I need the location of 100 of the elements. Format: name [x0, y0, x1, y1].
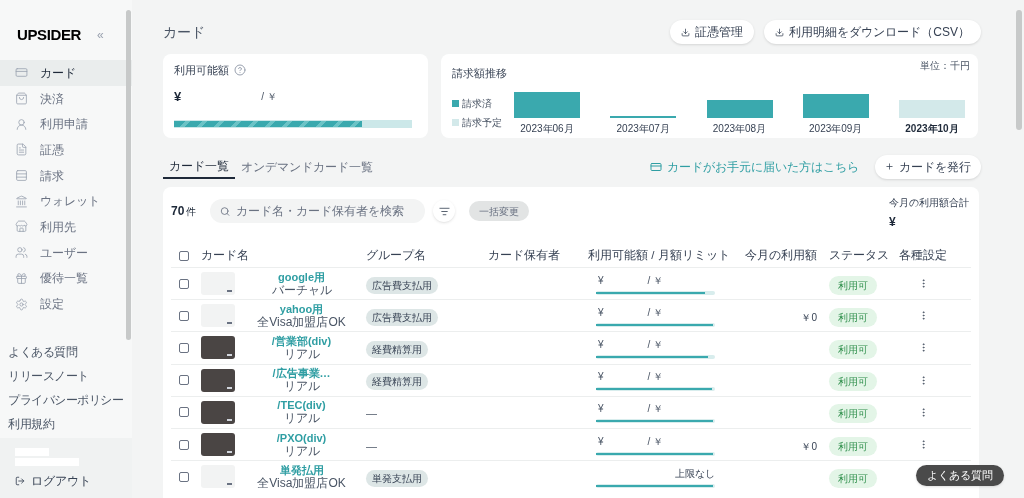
card-thumbnail	[201, 336, 235, 360]
issue-card-button[interactable]: カードを発行	[875, 154, 981, 179]
sidebar-item[interactable]: 利用申請	[0, 111, 132, 138]
card-name-link[interactable]: google用	[277, 270, 326, 284]
usage-amount: ￥0	[801, 440, 817, 452]
row-checkbox[interactable]	[179, 310, 189, 321]
sidebar-item[interactable]: 優待一覧	[0, 265, 132, 292]
billing-unit: 単位：千円	[920, 59, 970, 73]
limit-currency: ¥	[598, 337, 604, 352]
sidebar-link[interactable]: プライバシーポリシー	[8, 392, 132, 408]
billing-bar	[802, 94, 869, 118]
billing-bar	[706, 100, 773, 118]
limit-separator: / ￥	[647, 337, 664, 352]
column-header: グループ名	[366, 248, 427, 264]
card-type: 全Visa加盟店OK	[257, 315, 346, 329]
month-label: 2023年09月	[809, 122, 863, 136]
available-title: 利用可能額	[174, 63, 229, 78]
card-type: リアル	[283, 412, 320, 426]
logo: UPSIDER	[17, 24, 82, 45]
status-badge: 利用可	[829, 404, 877, 424]
limit-currency: ¥	[598, 305, 604, 320]
group-tag: 広告費支払用	[366, 276, 438, 294]
card-thumbnail	[201, 304, 235, 328]
tab[interactable]: オンデマンドカード一覧	[235, 154, 379, 179]
sidebar-item[interactable]: 設定	[0, 291, 132, 317]
column-header: ステータス	[829, 248, 890, 264]
header-button[interactable]: 利用明細をダウンロード（CSV）	[764, 20, 981, 44]
sidebar-item[interactable]: ユーザー	[0, 239, 132, 266]
card-icon	[15, 66, 28, 80]
month-label: 2023年07月	[616, 122, 670, 136]
column-header: 今月の利用額	[744, 248, 818, 264]
card-count: 70 件	[171, 203, 197, 220]
sidebar-item[interactable]: 証憑	[0, 137, 132, 163]
column-header: カード保有者	[488, 248, 561, 264]
header-button[interactable]: 証憑管理	[670, 20, 755, 44]
column-header: 利用可能額 / 月額リミット	[588, 248, 731, 264]
download-icon	[681, 27, 691, 37]
card-type: バーチャル	[271, 283, 332, 297]
sidebar-item[interactable]: ウォレット	[0, 188, 132, 215]
row-checkbox[interactable]	[179, 375, 189, 386]
usage-amount: ￥0	[801, 311, 817, 323]
status-badge: 利用可	[829, 339, 877, 359]
limit-separator: / ￥	[647, 305, 664, 320]
limit-separator: / ￥	[261, 89, 277, 104]
logout-button[interactable]: ログアウト	[15, 471, 91, 490]
card-name-link[interactable]: /営業部(div)	[271, 334, 332, 348]
billing-title: 請求額推移	[452, 67, 507, 79]
row-checkbox[interactable]	[179, 342, 189, 353]
sidebar-item[interactable]: 決済	[0, 85, 132, 112]
status-badge: 利用可	[829, 307, 877, 327]
billing-bar	[899, 100, 965, 118]
row-checkbox[interactable]	[179, 471, 189, 482]
month-label: 2023年10月	[905, 122, 959, 136]
card-name-link[interactable]: /TEC(div)	[277, 399, 326, 413]
card-type: 全Visa加盟店OK	[257, 476, 346, 490]
tab[interactable]: カード一覧	[163, 154, 235, 179]
billing-bar	[514, 92, 580, 118]
sidebar-link[interactable]: 利用規約	[8, 416, 132, 432]
bag-icon	[15, 92, 28, 106]
sidebar-item[interactable]: 利用先	[0, 214, 132, 240]
row-checkbox[interactable]	[179, 278, 189, 289]
sidebar-item[interactable]: 請求	[0, 162, 132, 189]
download-icon	[775, 27, 785, 37]
card-thumbnail	[201, 433, 235, 457]
row-checkbox[interactable]	[179, 407, 189, 418]
plus-icon	[885, 162, 894, 171]
settings-icon	[15, 297, 28, 311]
collapse-button[interactable]: «	[97, 26, 104, 44]
logout-icon	[15, 475, 25, 486]
card-thumbnail	[201, 400, 235, 424]
store-icon	[15, 220, 28, 234]
gift-icon	[15, 271, 28, 285]
search-field[interactable]: カード名・カード保有者を検索	[210, 199, 426, 223]
sidebar-item[interactable]: カード	[0, 60, 132, 86]
card-arrived-link[interactable]: カードがお手元に届いた方はこちら	[650, 157, 859, 176]
sidebar-link[interactable]: よくある質問	[8, 344, 132, 360]
legend-swatch	[452, 119, 459, 126]
card-name-link[interactable]: 単発払用	[279, 463, 324, 477]
row-checkbox[interactable]	[179, 439, 189, 450]
card-thumbnail	[201, 272, 235, 296]
search-icon	[220, 205, 231, 217]
limit-separator: / ￥	[647, 434, 664, 449]
status-badge: 利用可	[829, 372, 877, 392]
select-all-checkbox[interactable]	[179, 251, 189, 261]
card-type: リアル	[283, 347, 320, 361]
card-name-link[interactable]: /PXO(div)	[276, 431, 327, 445]
faq-button[interactable]: よくある質問	[916, 465, 1004, 486]
month-label: 2023年08月	[712, 122, 767, 136]
list-icon	[15, 169, 28, 183]
month-label: 2023年06月	[520, 122, 574, 136]
total-label: 今月の利用額合計	[889, 196, 969, 210]
filter-button[interactable]	[433, 200, 456, 222]
limit-currency: ¥	[598, 370, 604, 385]
filter-icon	[438, 205, 450, 217]
sidebar-link[interactable]: リリースノート	[8, 368, 132, 384]
currency-sign: ¥	[174, 87, 182, 106]
card-icon	[650, 160, 662, 173]
card-name-link[interactable]: /広告事業…	[272, 367, 331, 381]
card-name-link[interactable]: yahoo用	[279, 302, 324, 316]
help-icon	[234, 64, 246, 77]
